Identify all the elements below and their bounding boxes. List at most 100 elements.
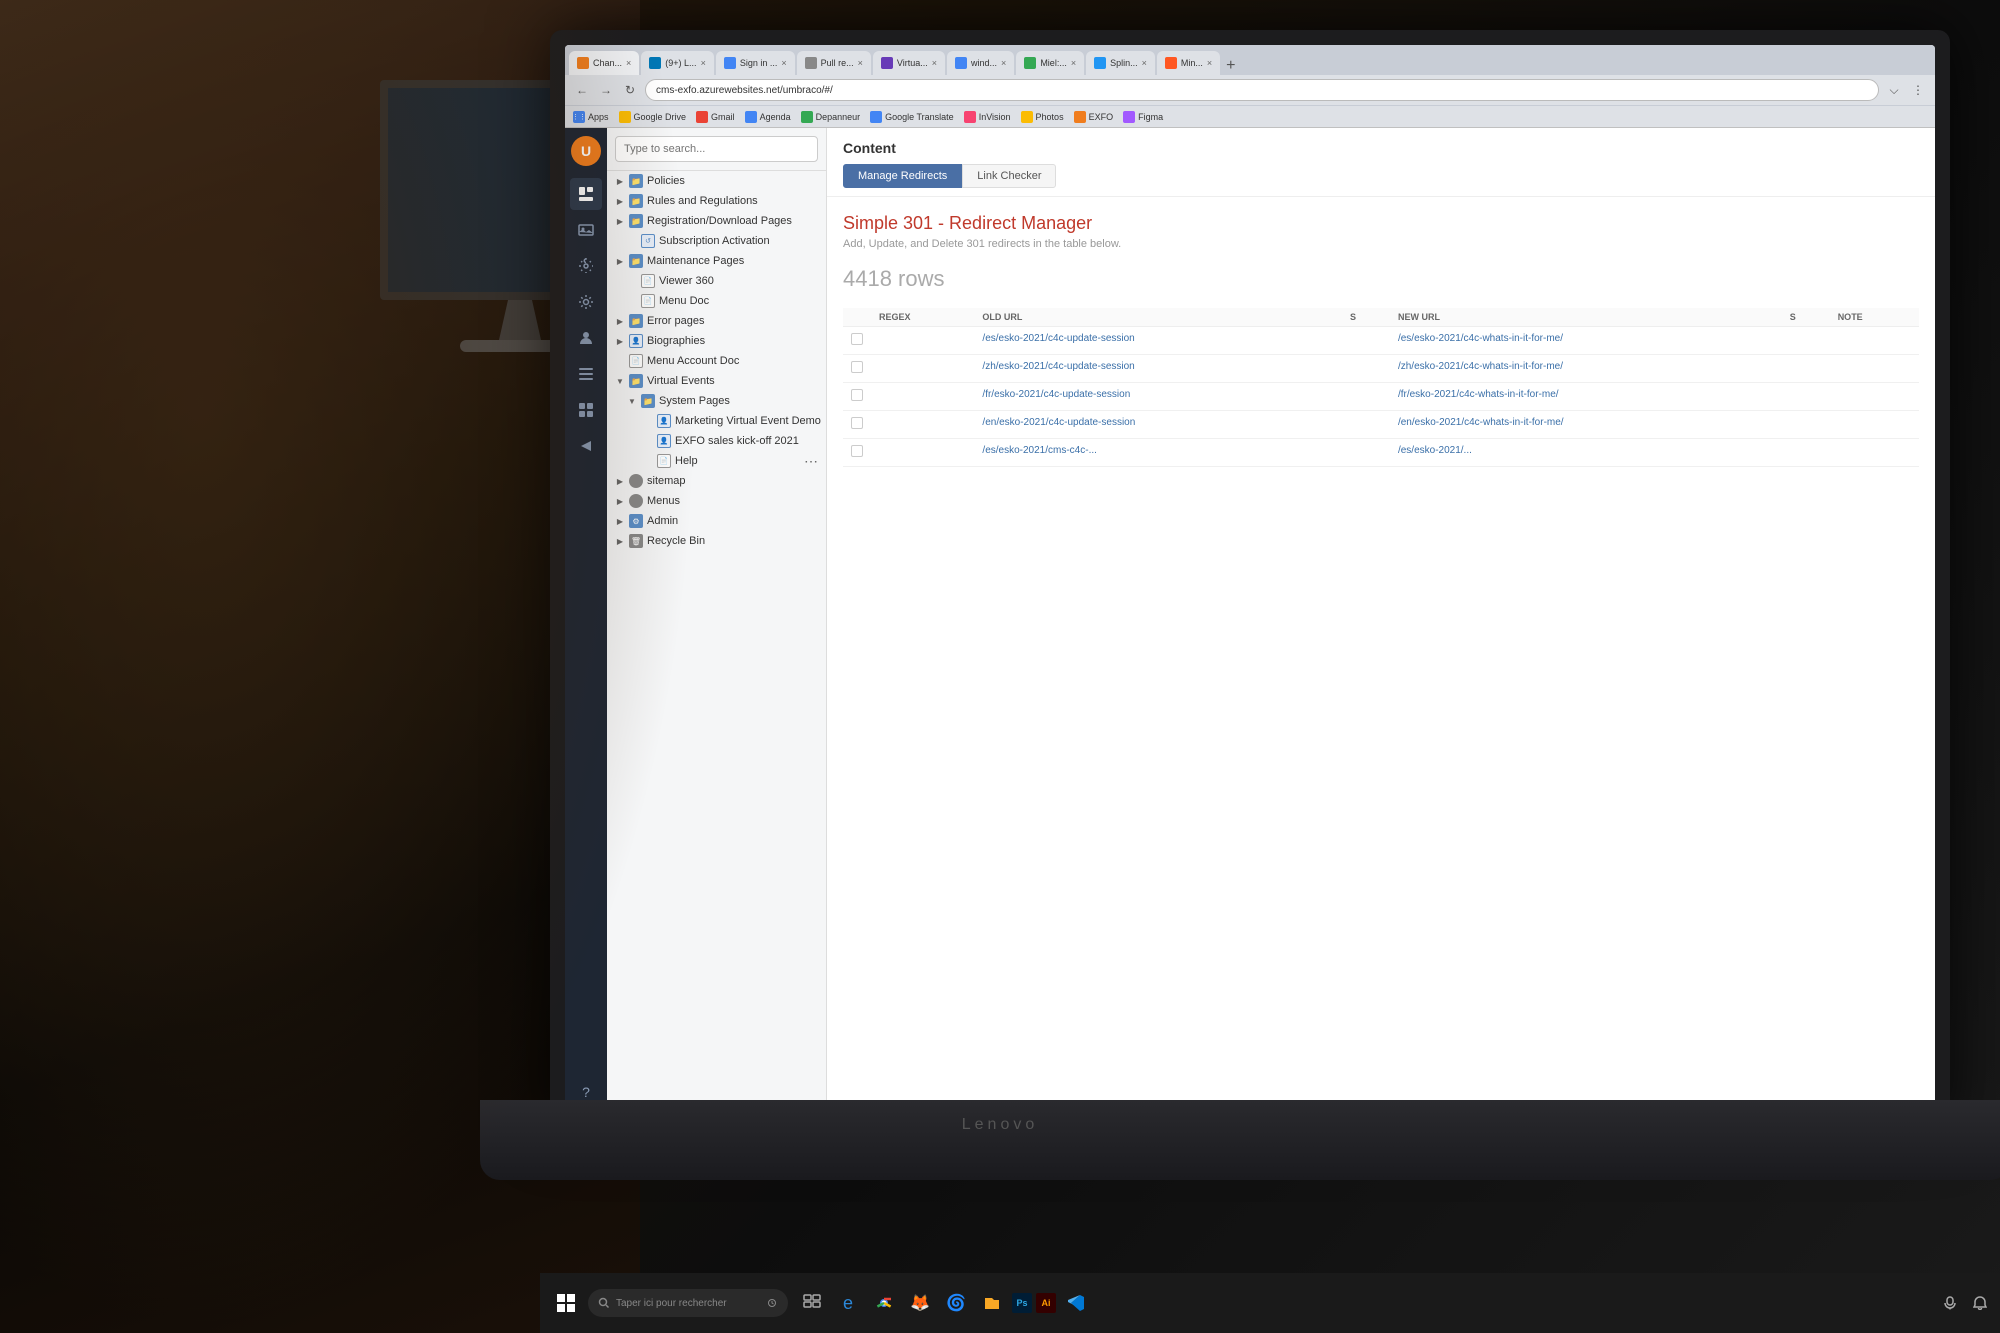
taskbar-photoshop[interactable]: Ps	[1012, 1293, 1032, 1313]
tree-item-rules[interactable]: ▶ 📁 Rules and Regulations	[607, 191, 826, 211]
tab-close-2[interactable]: ×	[781, 58, 786, 68]
tab-close-6[interactable]: ×	[1071, 58, 1076, 68]
table-row: /en/esko-2021/c4c-update-session /en/esk…	[843, 411, 1919, 439]
row-checkbox-3[interactable]	[843, 411, 871, 439]
tab-favicon-2	[724, 57, 736, 69]
tree-item-subscription[interactable]: ↺ Subscription Activation	[607, 231, 826, 251]
row-s2-4	[1782, 439, 1830, 467]
bookmark-figma[interactable]: Figma	[1123, 111, 1163, 123]
search-box	[607, 128, 826, 171]
bookmark-invision[interactable]: InVision	[964, 111, 1011, 123]
tab-close-0[interactable]: ×	[626, 58, 631, 68]
taskbar-explorer[interactable]	[976, 1287, 1008, 1319]
tab-close-4[interactable]: ×	[932, 58, 937, 68]
tree-item-menuaccountdoc[interactable]: 📄 Menu Account Doc	[607, 351, 826, 371]
tree-item-systempages[interactable]: ▼ 📁 System Pages	[607, 391, 826, 411]
address-bar[interactable]: cms-exfo.azurewebsites.net/umbraco/#/	[645, 79, 1879, 101]
browser-tab-3[interactable]: Pull re... ×	[797, 51, 871, 75]
menu-button[interactable]: ⋮	[1909, 81, 1927, 99]
row-regex-1	[871, 355, 974, 383]
taskbar-taskview[interactable]	[796, 1287, 828, 1319]
bookmark-depanneur[interactable]: Depanneur	[801, 111, 861, 123]
tree-item-sitemap[interactable]: ▶ sitemap	[607, 471, 826, 491]
bookmark-photos-label: Photos	[1036, 112, 1064, 122]
sidebar-icon-forms[interactable]	[570, 358, 602, 390]
tab-close-1[interactable]: ×	[701, 58, 706, 68]
taskbar-store[interactable]: 🌀	[940, 1287, 972, 1319]
sidebar-icon-arrow[interactable]	[570, 430, 602, 462]
row-regex-3	[871, 411, 974, 439]
browser-tab-0[interactable]: Chan... ×	[569, 51, 639, 75]
taskbar-firefox[interactable]: 🦊	[904, 1287, 936, 1319]
browser-tab-8[interactable]: Min... ×	[1157, 51, 1220, 75]
taskbar-search[interactable]: Taper ici pour rechercher	[588, 1289, 788, 1317]
back-button[interactable]: ←	[573, 81, 591, 99]
browser-tab-4[interactable]: Virtua... ×	[873, 51, 945, 75]
forward-button[interactable]: →	[597, 81, 615, 99]
browser-tab-7[interactable]: Splin... ×	[1086, 51, 1155, 75]
extensions-button[interactable]: ⌵	[1885, 81, 1903, 99]
row-checkbox-1[interactable]	[843, 355, 871, 383]
address-text: cms-exfo.azurewebsites.net/umbraco/#/	[656, 85, 833, 96]
tree-item-maintenance[interactable]: ▶ 📁 Maintenance Pages	[607, 251, 826, 271]
browser-tab-2[interactable]: Sign in ... ×	[716, 51, 795, 75]
taskbar-notification-icon[interactable]	[1968, 1291, 1992, 1315]
more-options-button[interactable]: ⋯	[800, 451, 822, 472]
tab-close-3[interactable]: ×	[858, 58, 863, 68]
sidebar-icon-settings[interactable]	[570, 250, 602, 282]
sidebar-icon-content[interactable]	[570, 178, 602, 210]
browser-tab-1[interactable]: (9+) L... ×	[641, 51, 714, 75]
bookmark-exfo[interactable]: EXFO	[1074, 111, 1114, 123]
tree-item-marketingvirtual[interactable]: 👤 Marketing Virtual Event Demo	[607, 411, 826, 431]
cms-logo[interactable]: U	[571, 136, 601, 166]
taskbar-chrome[interactable]	[868, 1287, 900, 1319]
tab-close-8[interactable]: ×	[1207, 58, 1212, 68]
taskbar-illustrator[interactable]: Ai	[1036, 1293, 1056, 1313]
row-checkbox-2[interactable]	[843, 383, 871, 411]
tree-item-help[interactable]: 📄 Help ⋯	[607, 451, 826, 471]
sidebar-icon-gear[interactable]	[570, 286, 602, 318]
row-note-1	[1830, 355, 1919, 383]
sidebar-icon-users[interactable]	[570, 322, 602, 354]
content-panel: Content Manage Redirects Link Checker Si…	[827, 128, 1935, 1115]
refresh-button[interactable]: ↻	[621, 81, 639, 99]
search-input[interactable]	[615, 136, 818, 162]
tree-item-virtualevents[interactable]: ▼ 📁 Virtual Events	[607, 371, 826, 391]
tab-close-5[interactable]: ×	[1001, 58, 1006, 68]
tree-item-registration[interactable]: ▶ 📁 Registration/Download Pages	[607, 211, 826, 231]
taskbar-edge[interactable]: e	[832, 1287, 864, 1319]
sidebar-icon-grid[interactable]	[570, 394, 602, 426]
tree-item-menus[interactable]: ▶ Menus	[607, 491, 826, 511]
folder-icon-policies: 📁	[629, 174, 643, 188]
taskbar-vscode[interactable]	[1060, 1287, 1092, 1319]
bookmark-agenda[interactable]: Agenda	[745, 111, 791, 123]
tree-item-errorpages[interactable]: ▶ 📁 Error pages	[607, 311, 826, 331]
bookmark-photos[interactable]: Photos	[1021, 111, 1064, 123]
tree-label-recyclebin: Recycle Bin	[647, 535, 705, 547]
tab-label-5: wind...	[971, 58, 997, 68]
taskbar-mic-icon[interactable]	[1938, 1291, 1962, 1315]
row-s2-3	[1782, 411, 1830, 439]
bookmark-gmail[interactable]: Gmail	[696, 111, 735, 123]
tab-link-checker[interactable]: Link Checker	[962, 164, 1056, 188]
row-checkbox-0[interactable]	[843, 327, 871, 355]
browser-tab-6[interactable]: Miel:... ×	[1016, 51, 1084, 75]
tree-item-biographies[interactable]: ▶ 👤 Biographies	[607, 331, 826, 351]
tab-manage-redirects[interactable]: Manage Redirects	[843, 164, 962, 188]
row-checkbox-4[interactable]	[843, 439, 871, 467]
tree-item-policies[interactable]: ▶ 📁 Policies	[607, 171, 826, 191]
browser-tab-5[interactable]: wind... ×	[947, 51, 1014, 75]
bookmark-apps[interactable]: ⋮⋮ Apps	[573, 111, 609, 123]
new-tab-button[interactable]: +	[1226, 57, 1235, 75]
tree-item-menudoc[interactable]: 📄 Menu Doc	[607, 291, 826, 311]
bookmark-gdrive[interactable]: Google Drive	[619, 111, 687, 123]
tree-item-recyclebin[interactable]: ▶ 🗑 Recycle Bin	[607, 531, 826, 551]
tab-close-7[interactable]: ×	[1142, 58, 1147, 68]
sidebar-icon-media[interactable]	[570, 214, 602, 246]
tree-item-exfosales[interactable]: 👤 EXFO sales kick-off 2021	[607, 431, 826, 451]
row-oldurl-4: /es/esko-2021/cms-c4c-...	[974, 439, 1342, 467]
tree-item-admin[interactable]: ▶ ⚙ Admin	[607, 511, 826, 531]
tree-item-viewer360[interactable]: 📄 Viewer 360	[607, 271, 826, 291]
windows-start-button[interactable]	[548, 1285, 584, 1321]
bookmark-translate[interactable]: Google Translate	[870, 111, 954, 123]
